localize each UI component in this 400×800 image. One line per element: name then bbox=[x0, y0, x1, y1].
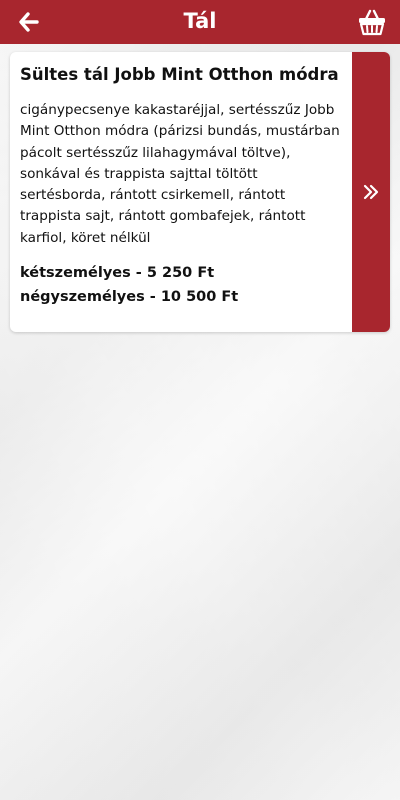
menu-item-title: Sültes tál Jobb Mint Otthon módra bbox=[20, 65, 339, 84]
cart-button[interactable] bbox=[354, 5, 390, 39]
app-header: Tál bbox=[0, 0, 400, 44]
page-title: Tál bbox=[183, 9, 217, 33]
double-chevron-right-icon bbox=[363, 184, 379, 200]
menu-item-body: Sültes tál Jobb Mint Otthon módra cigány… bbox=[10, 52, 352, 332]
menu-item-card[interactable]: Sültes tál Jobb Mint Otthon módra cigány… bbox=[10, 52, 390, 332]
price-two-person: kétszemélyes - 5 250 Ft bbox=[20, 265, 215, 282]
price-four-person: négyszemélyes - 10 500 Ft bbox=[20, 289, 239, 306]
menu-item-description: cigánypecsenye kakastaréjjal, sertésszűz… bbox=[20, 102, 340, 246]
item-detail-button[interactable] bbox=[352, 52, 390, 332]
basket-icon bbox=[359, 9, 385, 36]
